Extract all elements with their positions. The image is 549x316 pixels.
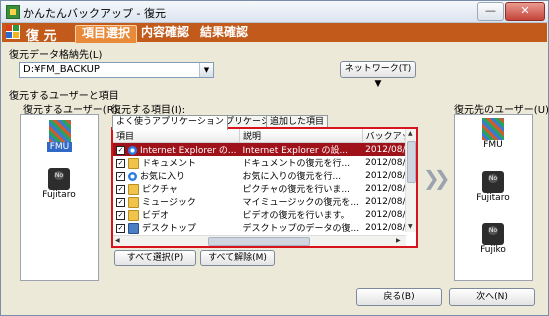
- folder-icon: [128, 210, 139, 221]
- user-name: FMU: [46, 142, 73, 152]
- column-header-item[interactable]: 項目: [113, 129, 241, 143]
- network-button[interactable]: ネットワーク(T) ▼: [340, 61, 416, 89]
- vertical-scrollbar[interactable]: ▲ ▼: [405, 129, 416, 232]
- chevron-down-icon[interactable]: ▼: [199, 63, 213, 77]
- no-image-avatar: No: [48, 168, 70, 190]
- dest-combobox[interactable]: D:¥FM_BACKUP ▼: [19, 62, 214, 78]
- target-user-fujitaro[interactable]: No Fujitaro: [463, 171, 523, 203]
- step-confirm: 内容確認: [141, 25, 190, 39]
- items-table: 項目 説明 バックアップ日時 ✓Internet Explorer の...In…: [113, 129, 416, 234]
- scroll-down-icon[interactable]: ▼: [408, 223, 413, 230]
- close-button[interactable]: ✕: [505, 2, 545, 21]
- item-description: ビデオの復元を行います。: [242, 211, 350, 221]
- item-description: Internet Explorer の設...: [239, 142, 363, 156]
- item-description: デスクトップのデータの復...: [242, 224, 360, 234]
- item-checkbox[interactable]: ✓: [116, 224, 125, 233]
- column-header-description[interactable]: 説明: [239, 129, 363, 143]
- target-user-list[interactable]: FMU No Fujitaro No Fujiko: [454, 114, 533, 281]
- item-checkbox[interactable]: ✓: [116, 185, 125, 194]
- item-checkbox[interactable]: ✓: [116, 146, 125, 155]
- table-row[interactable]: ✓お気に入りお気に入りの復元を行...2012/08/27 15:24:24: [113, 169, 416, 182]
- table-row[interactable]: ✓ミュージックマイミュージックの復元を...2012/08/27 15:24:2…: [113, 195, 416, 208]
- horizontal-scrollbar[interactable]: ◀ ▶: [113, 235, 406, 246]
- user-avatar: [482, 118, 504, 140]
- user-avatar: [48, 120, 71, 142]
- item-name: ミュージック: [142, 198, 196, 208]
- dest-label: 復元データ格納先(L): [9, 50, 103, 61]
- item-cell: ✓ ピクチャ: [113, 182, 240, 195]
- step-ribbon: 復 元 項目選択 内容確認 結果確認: [2, 23, 547, 44]
- folder-icon: [128, 197, 139, 208]
- items-list[interactable]: 項目 説明 バックアップ日時 ✓Internet Explorer の...In…: [111, 127, 418, 248]
- item-checkbox[interactable]: ✓: [116, 198, 125, 207]
- title-bar: かんたんバックアップ - 復元 — ✕: [1, 1, 548, 23]
- restore-logo-icon: [6, 25, 20, 39]
- minimize-button[interactable]: —: [477, 2, 504, 21]
- item-cell: ✓ ドキュメント: [113, 156, 240, 169]
- section-label: 復元するユーザーと項目: [9, 91, 119, 102]
- window-title: かんたんバックアップ - 復元: [23, 7, 166, 20]
- backup-app-icon: [6, 5, 20, 19]
- item-cell: ✓ お気に入り: [113, 169, 240, 182]
- item-description: ピクチャの復元を行いま...: [242, 185, 351, 195]
- scroll-thumb[interactable]: [208, 237, 310, 246]
- item-cell: ✓ デスクトップ: [113, 221, 240, 234]
- table-row[interactable]: ✓デスクトップデスクトップのデータの復...2012/08/27 15:24:2…: [113, 221, 416, 234]
- tab-common-apps[interactable]: よく使うアプリケーション: [112, 115, 228, 130]
- item-cell: ✓ Internet Explorer の...: [113, 142, 240, 156]
- user-name: Fujitaro: [42, 190, 76, 200]
- item-checkbox[interactable]: ✓: [116, 172, 125, 181]
- scroll-thumb[interactable]: [407, 141, 416, 183]
- next-button[interactable]: 次へ(N): [449, 288, 535, 306]
- table-row[interactable]: ✓ピクチャピクチャの復元を行いま...2012/08/27 15:24:24: [113, 182, 416, 195]
- item-description: ドキュメントの復元を行...: [242, 159, 351, 169]
- ie-icon: [128, 146, 137, 155]
- user-name: Fujiko: [480, 245, 506, 255]
- source-user-fujitaro[interactable]: No Fujitaro: [29, 168, 89, 200]
- folder-icon: [128, 184, 139, 195]
- item-description: マイミュージックの復元を...: [242, 198, 359, 208]
- source-user-list[interactable]: FMU No Fujitaro: [20, 114, 99, 281]
- item-checkbox[interactable]: ✓: [116, 211, 125, 220]
- scroll-right-icon[interactable]: ▶: [396, 237, 401, 244]
- item-name: ピクチャ: [142, 185, 178, 195]
- source-user-fmu[interactable]: FMU: [43, 120, 76, 152]
- item-name: ドキュメント: [142, 159, 197, 169]
- target-user-fmu[interactable]: FMU: [463, 118, 523, 150]
- item-description: お気に入りの復元を行...: [242, 172, 342, 182]
- scroll-up-icon[interactable]: ▲: [408, 130, 413, 137]
- scroll-left-icon[interactable]: ◀: [115, 237, 120, 244]
- step-item-select: 項目選択: [75, 25, 138, 43]
- user-name: FMU: [483, 140, 503, 150]
- item-name: デスクトップ: [142, 224, 197, 234]
- ribbon-title: 復 元: [26, 29, 57, 44]
- target-user-fujiko[interactable]: No Fujiko: [463, 223, 523, 255]
- desktop-icon: [128, 223, 139, 234]
- items-label: 復元する項目(I):: [111, 105, 186, 116]
- step-result: 結果確認: [200, 25, 249, 39]
- no-image-avatar: No: [482, 171, 504, 193]
- select-all-button[interactable]: すべて選択(P): [114, 250, 196, 266]
- table-row[interactable]: ✓ Internet Explorer の... Internet Explorer…: [113, 142, 416, 156]
- no-image-avatar: No: [482, 223, 504, 245]
- table-row[interactable]: ✓ビデオビデオの復元を行います。2012/08/27 15:24:24: [113, 208, 416, 221]
- item-cell: ✓ ミュージック: [113, 195, 240, 208]
- dest-value: D:¥FM_BACKUP: [23, 64, 100, 75]
- folder-icon: [128, 158, 139, 169]
- backup-window: かんたんバックアップ - 復元 — ✕ 復 元 項目選択 内容確認 結果確認 復…: [0, 0, 549, 316]
- deselect-all-button[interactable]: すべて解除(M): [200, 250, 275, 266]
- user-name: Fujitaro: [476, 193, 510, 203]
- ie-icon: [128, 172, 137, 181]
- table-row[interactable]: ✓ドキュメントドキュメントの復元を行...2012/08/27 15:24:24: [113, 156, 416, 169]
- item-checkbox[interactable]: ✓: [116, 159, 125, 168]
- item-name: Internet Explorer の...: [140, 146, 237, 156]
- item-name: お気に入り: [140, 172, 186, 182]
- double-chevron-right-icon: ❯❯: [423, 166, 450, 190]
- item-name: ビデオ: [142, 211, 170, 221]
- back-button[interactable]: 戻る(B): [356, 288, 442, 306]
- item-cell: ✓ ビデオ: [113, 208, 240, 221]
